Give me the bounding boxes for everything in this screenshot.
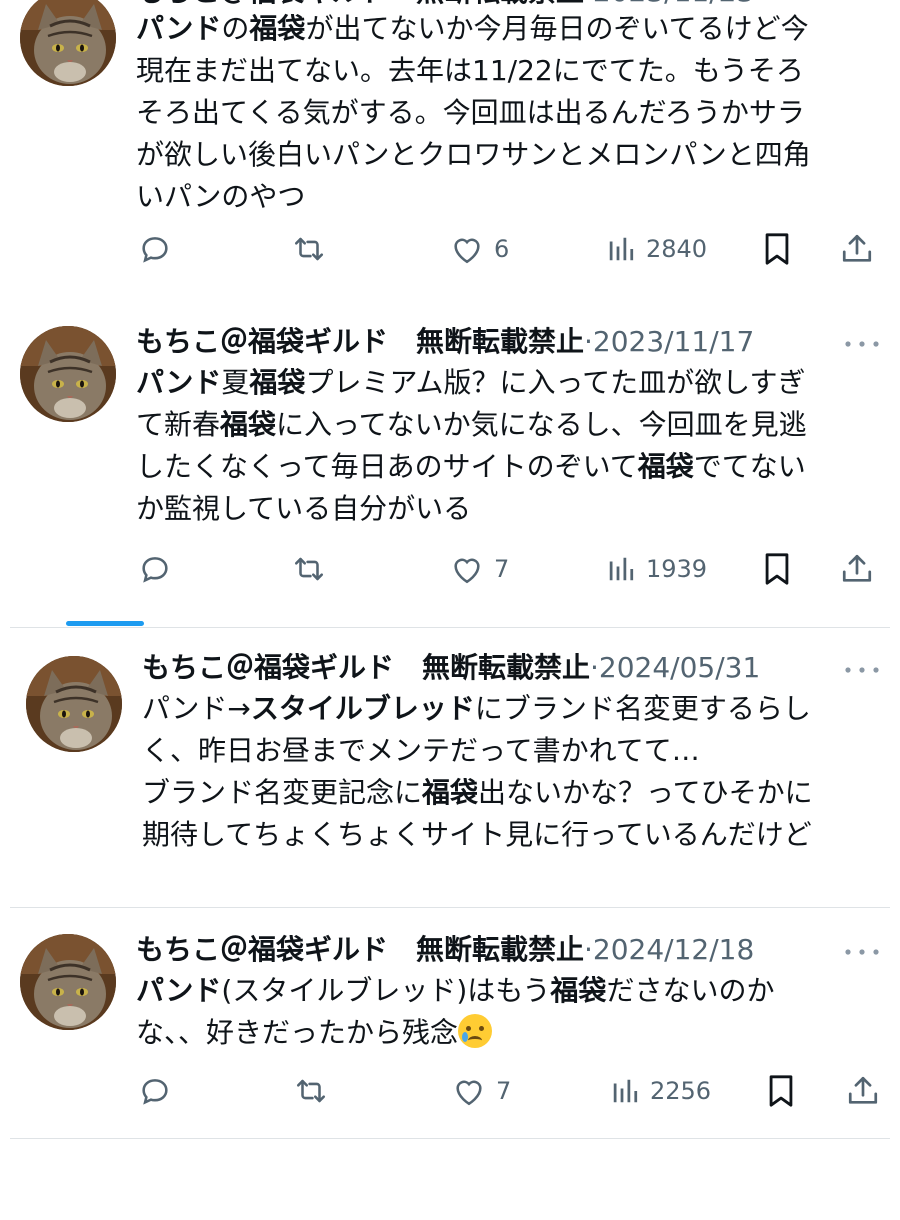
crying-face-icon <box>458 1014 493 1048</box>
share-icon <box>846 1074 880 1108</box>
highlighted-keyword: 福袋 <box>637 450 694 483</box>
tweet-date[interactable]: 2024/12/18 <box>593 933 754 966</box>
views-button[interactable]: 1939 <box>606 545 707 593</box>
retweet-icon <box>290 552 328 586</box>
bookmark-icon <box>762 552 792 586</box>
avatar[interactable] <box>20 934 116 1030</box>
likes-count: 7 <box>496 1077 512 1105</box>
tweet-text: パンドの福袋が出てないか今月毎日のぞいてるけど今 現在まだ出てない。去年は11/… <box>136 8 871 218</box>
author-name[interactable]: もちこ＠福袋ギルド 無断転載禁止 <box>136 325 584 358</box>
text-segment: 夏 <box>221 366 250 399</box>
reply-icon <box>138 1074 172 1108</box>
author-name[interactable]: もちこ＠福袋ギルド 無断転載禁止 <box>142 651 590 684</box>
bookmark-button[interactable] <box>762 225 792 273</box>
divider <box>10 907 890 908</box>
share-button[interactable] <box>846 1067 880 1115</box>
tweet-text: パンド夏福袋プレミアム版？に入ってた皿が欲しすぎ て新春福袋に入ってないか気にな… <box>136 362 871 530</box>
views-icon <box>606 234 636 264</box>
like-button[interactable]: 6 <box>450 225 509 273</box>
reply-icon <box>138 232 172 266</box>
more-icon[interactable] <box>842 660 882 684</box>
retweet-button[interactable] <box>292 1067 330 1115</box>
avatar[interactable] <box>20 326 116 422</box>
views-count: 1939 <box>646 555 708 583</box>
views-icon <box>606 554 636 584</box>
tweet-header: もちこ＠福袋ギルド 無断転載禁止·2024/12/18 <box>136 930 754 970</box>
likes-count: 6 <box>494 235 510 263</box>
highlighted-keyword: 福袋 <box>550 974 607 1007</box>
text-segment: パンド→ <box>142 692 251 725</box>
views-icon <box>610 1076 640 1106</box>
more-icon[interactable] <box>842 942 882 966</box>
share-icon <box>840 552 874 586</box>
bookmark-icon <box>766 1074 796 1108</box>
tweet-header: もちこ＠福袋ギルド 無断転載禁止·2024/05/31 <box>142 648 760 688</box>
like-icon <box>452 1075 486 1107</box>
action-bar: 6 2840 <box>0 225 900 273</box>
share-icon <box>840 232 874 266</box>
divider <box>10 627 890 628</box>
retweet-icon <box>290 232 328 266</box>
tweet-text: パンド(スタイルブレッド)はもう福袋ださないのか な、、好きだったから残念 <box>136 970 871 1054</box>
like-button[interactable]: 7 <box>452 1067 511 1115</box>
tweet: もちこ＠福袋ギルド 無断転載禁止·2023/11/17 パンド夏福袋プレミアム版？… <box>0 308 900 608</box>
bookmark-button[interactable] <box>762 545 792 593</box>
highlighted-keyword: 福袋 <box>249 366 306 399</box>
like-icon <box>450 233 484 265</box>
action-bar: 7 2256 <box>0 1067 900 1115</box>
bookmark-button[interactable] <box>766 1067 796 1115</box>
separator-dot: · <box>584 325 593 358</box>
share-button[interactable] <box>840 545 874 593</box>
retweet-button[interactable] <box>290 225 328 273</box>
separator-dot: · <box>584 0 593 8</box>
separator-dot: · <box>590 651 599 684</box>
highlighted-keyword: パンド <box>136 974 222 1007</box>
tweet-header: もちこ＠福袋ギルド 無断転載禁止·2023/11/17 <box>136 322 754 362</box>
tweet: もちこ＠福袋ギルド 無断転載禁止·2024/05/31 パンド→スタイルブレッドに… <box>0 640 900 940</box>
reply-button[interactable] <box>138 1067 172 1115</box>
tweet: もちこ＠福袋ギルド 無断転載禁止·2023/11/23パンドの福袋が出てないか今… <box>0 0 900 272</box>
reply-button[interactable] <box>138 545 172 593</box>
text-segment: の <box>221 12 250 45</box>
like-icon <box>450 553 484 585</box>
highlighted-keyword: パンド <box>136 12 222 45</box>
retweet-icon <box>292 1074 330 1108</box>
retweet-button[interactable] <box>290 545 328 593</box>
separator-dot: · <box>584 933 593 966</box>
text-segment: (スタイルブレッド)はもう <box>221 974 551 1007</box>
avatar[interactable] <box>26 656 122 752</box>
tweet: もちこ＠福袋ギルド 無断転載禁止·2024/12/18 パンド(スタイルブレッド)… <box>0 920 900 1220</box>
highlighted-keyword: 福袋 <box>220 408 277 441</box>
share-button[interactable] <box>840 225 874 273</box>
author-name[interactable]: もちこ＠福袋ギルド 無断転載禁止 <box>136 0 584 8</box>
views-button[interactable]: 2840 <box>606 225 707 273</box>
views-button[interactable]: 2256 <box>610 1067 711 1115</box>
tweet-date[interactable]: 2023/11/23 <box>593 0 754 8</box>
action-bar: 7 1939 <box>0 545 900 593</box>
divider <box>10 1138 890 1139</box>
author-name[interactable]: もちこ＠福袋ギルド 無断転載禁止 <box>136 933 584 966</box>
like-button[interactable]: 7 <box>450 545 509 593</box>
more-icon[interactable] <box>842 0 882 8</box>
tweet-date[interactable]: 2024/05/31 <box>599 651 760 684</box>
active-indicator <box>66 621 144 626</box>
highlighted-keyword: パンド <box>136 366 222 399</box>
views-count: 2256 <box>650 1077 712 1105</box>
highlighted-keyword: スタイルブレッド <box>250 692 475 725</box>
reply-icon <box>138 552 172 586</box>
views-count: 2840 <box>646 235 708 263</box>
highlighted-keyword: 福袋 <box>249 12 306 45</box>
bookmark-icon <box>762 232 792 266</box>
likes-count: 7 <box>494 555 510 583</box>
avatar[interactable] <box>20 0 116 86</box>
reply-button[interactable] <box>138 225 172 273</box>
tweet-text: パンド→スタイルブレッドにブランド名変更するらし く、昨日お昼までメンテだって書… <box>142 688 877 856</box>
highlighted-keyword: 福袋 <box>422 776 479 809</box>
tweet-date[interactable]: 2023/11/17 <box>593 325 754 358</box>
more-icon[interactable] <box>842 334 882 358</box>
